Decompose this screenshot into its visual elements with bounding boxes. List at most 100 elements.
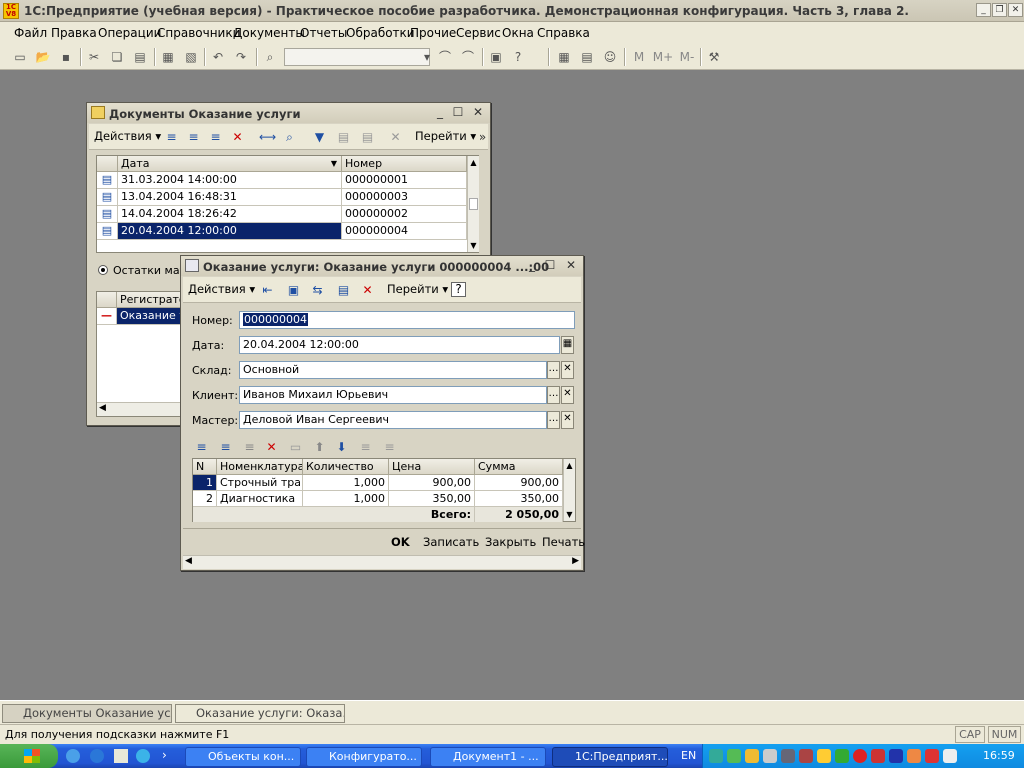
search-input[interactable] — [284, 48, 430, 66]
menu-edit[interactable]: Правка — [51, 26, 97, 40]
open-icon[interactable]: 📂 — [35, 49, 51, 65]
close-icon[interactable]: ✕ — [471, 106, 485, 119]
movements-grid[interactable]: Регистратор — Оказание у ◀ — [96, 291, 187, 417]
add-row-icon[interactable]: ≡ — [193, 439, 210, 455]
quicklaunch-icon-3[interactable] — [114, 749, 128, 763]
maximize-icon[interactable]: ☐ — [451, 106, 465, 119]
sub-header-registrar[interactable]: Регистратор — [117, 292, 187, 308]
minimize-icon[interactable]: _ — [525, 259, 539, 272]
row-date[interactable]: 20.04.2004 12:00:00 — [118, 223, 342, 240]
taskbar-item[interactable]: Конфигурато... — [306, 747, 422, 767]
row-number[interactable]: 000000001 — [342, 172, 467, 189]
print-icon[interactable]: ▦ — [160, 49, 176, 65]
quicklaunch-icon-1[interactable] — [66, 749, 80, 763]
master-select-button[interactable]: … — [547, 411, 560, 429]
grid-header-date[interactable]: Дата ▼ — [118, 156, 342, 172]
radio-button[interactable] — [98, 265, 108, 275]
table-cell-n[interactable]: 1 — [193, 475, 217, 491]
windows-icon[interactable]: ▣ — [488, 49, 504, 65]
col-header-item[interactable]: Номенклатура — [217, 459, 303, 475]
unpost-icon[interactable]: ✕ — [359, 282, 376, 298]
menu-other[interactable]: Прочие — [410, 26, 456, 40]
refresh-icon[interactable]: ▣ — [285, 282, 302, 298]
search-dropdown-icon[interactable]: ▾ — [419, 49, 435, 65]
scroll-thumb[interactable] — [469, 198, 478, 210]
sub-hscrollbar[interactable]: ◀ — [97, 402, 187, 416]
close-button[interactable]: ✕ — [1008, 3, 1023, 17]
scroll-right-icon[interactable]: ▶ — [572, 556, 579, 566]
print-button[interactable]: Печать — [542, 535, 585, 549]
copy-icon[interactable]: ❏ — [109, 49, 125, 65]
date-field[interactable]: 20.04.2004 12:00:00 — [239, 336, 560, 354]
taskbar-item[interactable]: 1С:Предприят... — [552, 747, 668, 767]
new-icon[interactable]: ▭ — [12, 49, 28, 65]
memory-m-button[interactable]: M — [631, 49, 647, 65]
services-table[interactable]: N Номенклатура Количество Цена Сумма 1 Ст… — [192, 458, 576, 522]
filter-icon[interactable]: ▼ — [311, 129, 328, 145]
scroll-left-icon[interactable]: ◀ — [99, 403, 106, 413]
browser-icon[interactable] — [90, 749, 104, 763]
doc-goto-menu-button[interactable]: Перейти ▾ — [387, 282, 448, 296]
copy-row-icon[interactable]: ≡ — [217, 439, 234, 455]
delete-row-icon[interactable]: ✕ — [263, 439, 280, 455]
row-number[interactable]: 000000004 — [342, 223, 467, 240]
preview-icon[interactable]: ▧ — [183, 49, 199, 65]
filter-dropdown-icon[interactable]: ▤ — [359, 129, 376, 145]
language-indicator[interactable]: EN — [681, 749, 696, 762]
table-cell-price[interactable]: 900,00 — [389, 475, 475, 491]
menu-service[interactable]: Сервис — [456, 26, 501, 40]
move-down-icon[interactable]: ⬇ — [333, 439, 350, 455]
goto-menu-button[interactable]: Перейти ▾ — [415, 129, 476, 143]
number-field[interactable]: 000000004 — [239, 311, 575, 329]
documents-grid[interactable]: Дата ▼ Номер ▤ 31.03.2004 14:00:00 00000000… — [96, 155, 479, 253]
save-icon[interactable]: ▪ — [58, 49, 74, 65]
menu-catalogs[interactable]: Справочники — [157, 26, 240, 40]
user-icon[interactable]: ☺ — [602, 49, 618, 65]
tab-documents-list[interactable]: Документы Оказание услуги — [2, 704, 172, 723]
post-icon[interactable]: ▤ — [335, 282, 352, 298]
tools-icon[interactable]: ⚒ — [706, 49, 722, 65]
row-date[interactable]: 14.04.2004 18:26:42 — [118, 206, 342, 223]
calendar-icon[interactable]: ▦ — [561, 336, 574, 354]
col-header-n[interactable]: N — [193, 459, 217, 475]
sort-desc-icon[interactable]: ≡ — [381, 439, 398, 455]
sort-asc-icon[interactable]: ≡ — [357, 439, 374, 455]
restore-button[interactable]: ❐ — [992, 3, 1007, 17]
filter-list-icon[interactable]: ▤ — [335, 129, 352, 145]
find-prev-icon[interactable]: ⌒ — [437, 49, 453, 65]
table-cell-n[interactable]: 2 — [193, 491, 217, 507]
col-header-qty[interactable]: Количество — [303, 459, 389, 475]
find-number-icon[interactable]: ⌕ — [281, 129, 298, 145]
table-cell-price[interactable]: 350,00 — [389, 491, 475, 507]
menu-windows[interactable]: Окна — [502, 26, 534, 40]
more-icon[interactable]: » — [474, 129, 491, 145]
redo-icon[interactable]: ↷ — [233, 49, 249, 65]
calendar-icon[interactable]: ▤ — [579, 49, 595, 65]
scroll-down-icon[interactable]: ▼ — [564, 510, 575, 519]
row-number[interactable]: 000000003 — [342, 189, 467, 206]
menu-documents[interactable]: Документы — [233, 26, 305, 40]
table-scrollbar[interactable]: ▲ ▼ — [563, 459, 575, 521]
client-select-button[interactable]: … — [547, 386, 560, 404]
master-clear-icon[interactable]: ✕ — [561, 411, 574, 429]
col-header-sum[interactable]: Сумма — [475, 459, 563, 475]
move-up-icon[interactable]: ⬆ — [311, 439, 328, 455]
sub-row-registrar[interactable]: Оказание у — [117, 308, 187, 325]
edit-row-icon[interactable]: ≡ — [241, 439, 258, 455]
find-icon[interactable]: ⌕ — [262, 49, 278, 65]
quicklaunch-more-icon[interactable]: › — [162, 748, 167, 762]
warehouse-select-button[interactable]: … — [547, 361, 560, 379]
col-header-price[interactable]: Цена — [389, 459, 475, 475]
scroll-up-icon[interactable]: ▲ — [468, 158, 479, 167]
row-date[interactable]: 13.04.2004 16:48:31 — [118, 189, 342, 206]
help-icon[interactable]: ? — [451, 282, 466, 297]
table-cell-sum[interactable]: 350,00 — [475, 491, 563, 507]
forward-icon[interactable]: ⇆ — [309, 282, 326, 298]
paste-icon[interactable]: ▤ — [132, 49, 148, 65]
doc-actions-menu-button[interactable]: Действия ▾ — [188, 282, 255, 296]
cut-icon[interactable]: ✂ — [86, 49, 102, 65]
minimize-button[interactable]: _ — [976, 3, 991, 17]
add-icon[interactable]: ≡ — [163, 129, 180, 145]
write-button[interactable]: Записать — [423, 535, 479, 549]
doc-hscrollbar[interactable]: ◀ ▶ — [183, 555, 581, 569]
